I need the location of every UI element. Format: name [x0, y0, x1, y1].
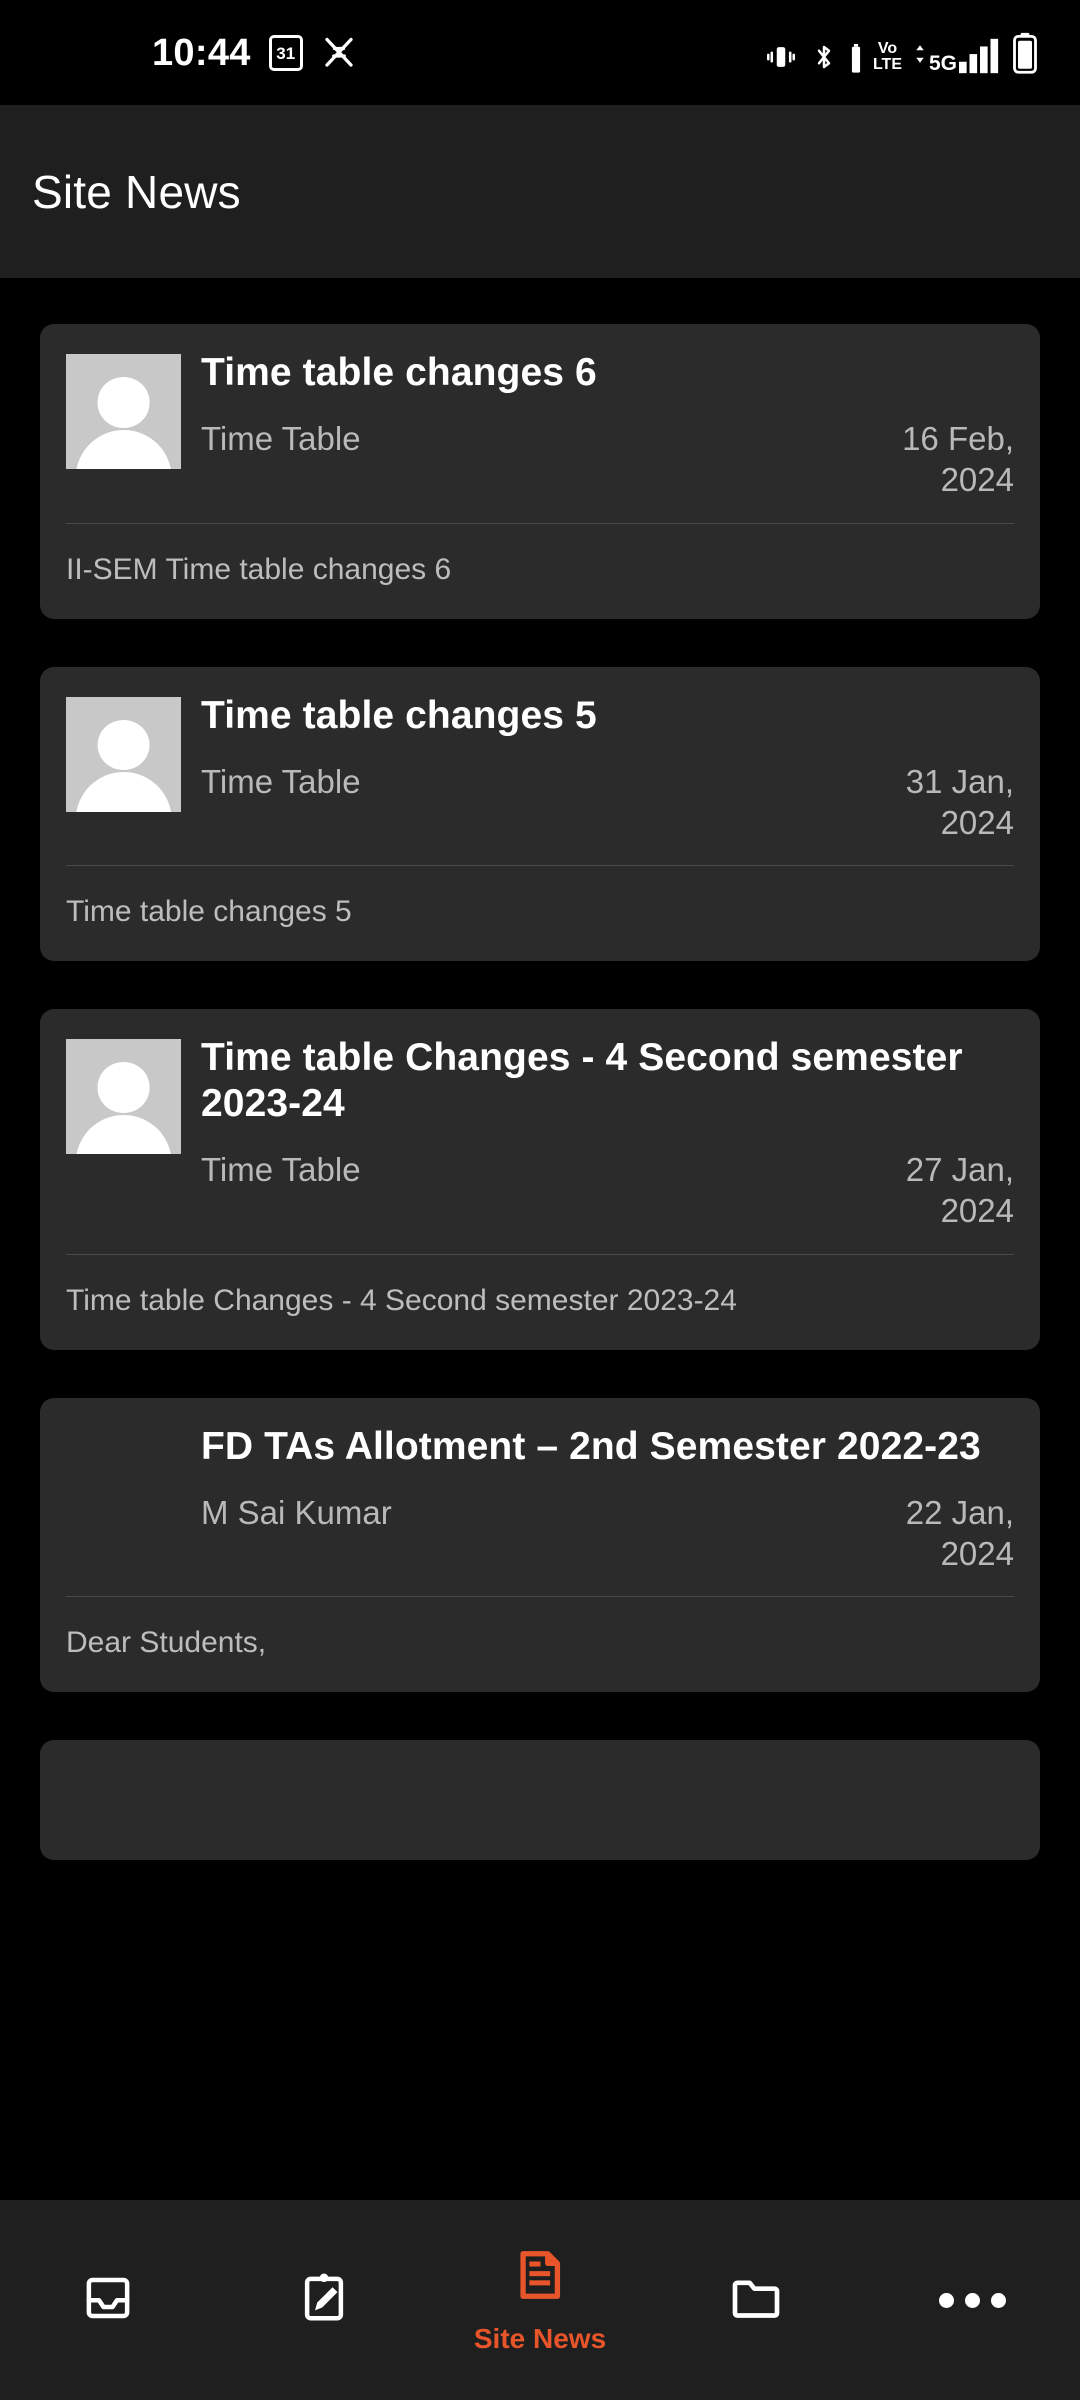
- status-bar-left: 10:44 31: [152, 34, 357, 72]
- news-title: Time table changes 6: [201, 351, 597, 394]
- news-card-body: Time table changes 6 Time Table 16 Feb, …: [201, 350, 1014, 501]
- avatar-body: [75, 772, 172, 812]
- news-meta-row: Time Table 27 Jan, 2024: [201, 1149, 1014, 1232]
- clipboard-pencil-icon: [297, 2271, 351, 2330]
- news-card-partial[interactable]: [40, 1740, 1040, 1861]
- news-title: Time table Changes - 4 Second semester 2…: [201, 1036, 963, 1126]
- news-card-divider: [66, 1596, 1014, 1598]
- news-title: FD TAs Allotment – 2nd Semester 2022-23: [201, 1424, 981, 1468]
- 5g-signal-icon: 5G: [913, 38, 1001, 74]
- bluetooth-battery-icon: [850, 43, 862, 74]
- avatar: [66, 696, 181, 812]
- news-card-divider: [66, 1253, 1014, 1255]
- volte-bottom-text: LTE: [872, 56, 902, 74]
- news-date: 27 Jan, 2024: [905, 1151, 1014, 1230]
- news-author: Time Table: [201, 420, 361, 458]
- calendar-day-number: 31: [276, 44, 296, 63]
- news-meta-row: M Sai Kumar 22 Jan, 2024: [201, 1492, 1014, 1575]
- nav-item-files[interactable]: [648, 2270, 864, 2331]
- folder-icon: [728, 2270, 784, 2331]
- status-bar-right: Vo LTE 5G: [764, 32, 1038, 74]
- news-title: Time table changes 5: [201, 693, 597, 737]
- nav-item-more[interactable]: [864, 2292, 1080, 2308]
- nav-item-site-news-label: Site News: [473, 2322, 607, 2354]
- status-bar-clock: 10:44: [152, 31, 251, 74]
- bluetooth-icon: [809, 40, 839, 74]
- news-date: 31 Jan, 2024: [905, 762, 1014, 841]
- news-summary: II-SEM Time table changes 6: [66, 552, 452, 586]
- news-card[interactable]: Time table Changes - 4 Second semester 2…: [40, 1009, 1040, 1350]
- status-bar: 10:44 31 Vo LTE 5G: [0, 0, 1080, 105]
- site-news-list[interactable]: Time table changes 6 Time Table 16 Feb, …: [0, 278, 1080, 2200]
- nav-item-assignments[interactable]: [216, 2271, 432, 2330]
- avatar-head: [97, 719, 150, 771]
- news-date: 22 Jan, 2024: [905, 1493, 1014, 1572]
- news-meta-row: Time Table 31 Jan, 2024: [201, 761, 1014, 844]
- news-card-body: Time table Changes - 4 Second semester 2…: [201, 1035, 1014, 1232]
- avatar-head: [97, 377, 150, 428]
- avatar-body: [75, 1114, 172, 1155]
- avatar: [66, 1039, 181, 1155]
- news-card-header: Time table changes 6 Time Table 16 Feb, …: [66, 350, 1014, 501]
- news-summary: Time table changes 5: [66, 895, 352, 929]
- news-card-divider: [66, 522, 1014, 524]
- cut-shortcut-icon: [321, 35, 357, 71]
- avatar: [66, 354, 181, 469]
- more-dots-icon: [938, 2292, 1006, 2308]
- calendar-icon: 31: [268, 34, 303, 71]
- phone-screen: 10:44 31 Vo LTE 5G Site News Time table …: [0, 0, 1080, 2400]
- bottom-navigation: Site News: [0, 2200, 1080, 2400]
- news-summary: Dear Students,: [66, 1626, 267, 1660]
- avatar-body: [75, 429, 172, 469]
- volte-icon: Vo LTE: [872, 39, 902, 74]
- site-news-document-icon: [511, 2246, 569, 2309]
- news-meta-row: Time Table 16 Feb, 2024: [201, 418, 1014, 501]
- app-bar: Site News: [0, 105, 1080, 278]
- volte-top-text: Vo: [877, 39, 898, 57]
- news-card-body: Time table changes 5 Time Table 31 Jan, …: [201, 693, 1014, 844]
- vibrate-icon: [764, 40, 798, 74]
- inbox-icon: [81, 2271, 135, 2330]
- news-card-header: Time table changes 5 Time Table 31 Jan, …: [66, 693, 1014, 844]
- news-author: Time Table: [201, 1151, 361, 1189]
- news-summary: Time table Changes - 4 Second semester 2…: [66, 1283, 737, 1317]
- news-card-body: FD TAs Allotment – 2nd Semester 2022-23 …: [201, 1424, 1014, 1575]
- news-card[interactable]: Time table changes 6 Time Table 16 Feb, …: [40, 324, 1040, 619]
- news-card[interactable]: Time table changes 5 Time Table 31 Jan, …: [40, 666, 1040, 962]
- battery-icon: [1012, 32, 1038, 74]
- news-author: Time Table: [201, 762, 361, 800]
- news-author: M Sai Kumar: [201, 1493, 392, 1531]
- nav-item-inbox[interactable]: [0, 2271, 216, 2330]
- news-card-header: FD TAs Allotment – 2nd Semester 2022-23 …: [66, 1424, 1014, 1575]
- page-title: Site News: [32, 165, 241, 218]
- avatar-head: [97, 1062, 150, 1113]
- news-card[interactable]: FD TAs Allotment – 2nd Semester 2022-23 …: [40, 1397, 1040, 1693]
- news-card-divider: [66, 865, 1014, 867]
- news-card-header: Time table Changes - 4 Second semester 2…: [66, 1035, 1014, 1232]
- nav-item-site-news[interactable]: Site News: [432, 2246, 648, 2355]
- network-type-label: 5G: [928, 51, 957, 75]
- news-date: 16 Feb, 2024: [902, 420, 1014, 499]
